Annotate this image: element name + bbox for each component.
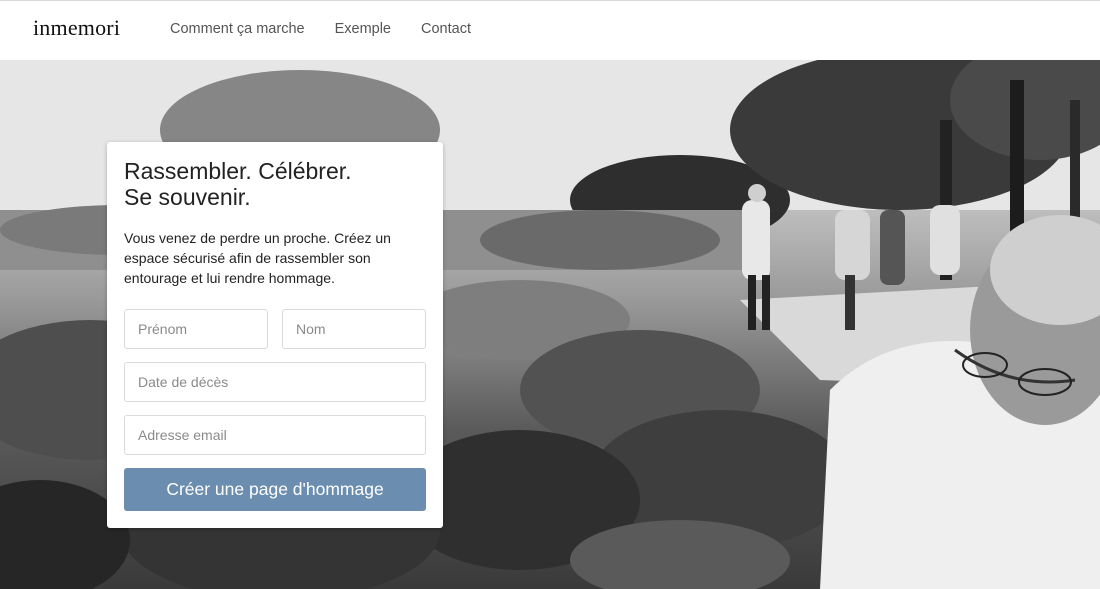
- death-date-row: [124, 362, 426, 402]
- site-logo[interactable]: inmemori: [33, 15, 120, 41]
- card-description: Vous venez de perdre un proche. Créez un…: [124, 230, 391, 286]
- last-name-input[interactable]: [282, 309, 426, 349]
- email-row: [124, 415, 426, 455]
- nav-link-how-it-works[interactable]: Comment ça marche: [170, 21, 305, 37]
- signup-card: Rassembler. Célébrer. Se souvenir. Vous …: [107, 142, 443, 528]
- nav-link-example[interactable]: Exemple: [335, 21, 391, 37]
- card-title-line-2: Se souvenir.: [124, 184, 251, 210]
- main-nav: Comment ça marche Exemple Contact: [170, 21, 501, 37]
- name-fields-row: [124, 309, 426, 349]
- nav-link-contact[interactable]: Contact: [421, 21, 471, 37]
- email-input[interactable]: [124, 415, 426, 455]
- create-tribute-page-button[interactable]: Créer une page d'hommage: [124, 468, 426, 511]
- card-title: Rassembler. Célébrer. Se souvenir.: [124, 158, 426, 210]
- death-date-input[interactable]: [124, 362, 426, 402]
- card-title-line-1: Rassembler. Célébrer.: [124, 158, 352, 184]
- top-navigation-bar: inmemori Comment ça marche Exemple Conta…: [0, 0, 1100, 60]
- first-name-input[interactable]: [124, 309, 268, 349]
